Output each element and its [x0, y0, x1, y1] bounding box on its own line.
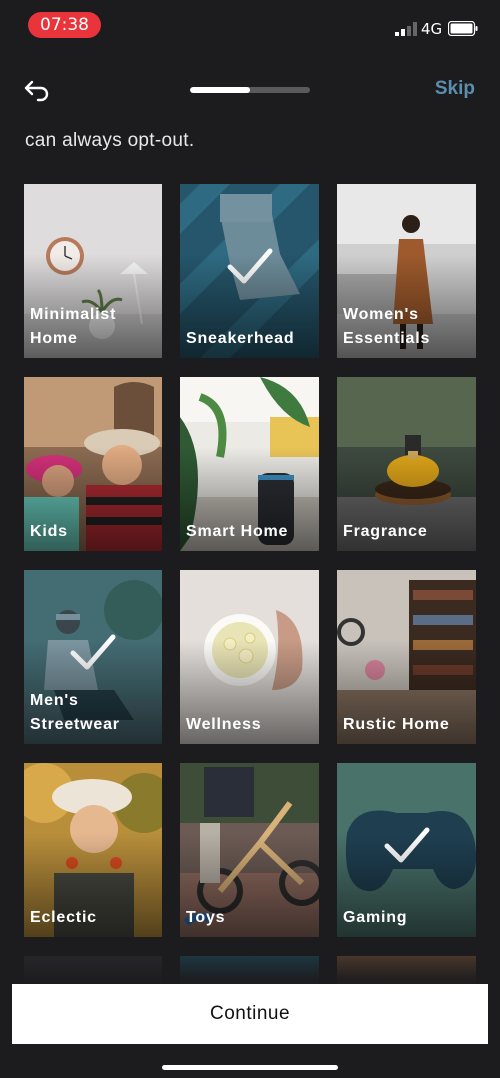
- status-time: 07:38: [28, 12, 101, 38]
- category-tile-mens-streetwear[interactable]: Men's Streetwear: [24, 570, 162, 744]
- category-label: Gaming: [343, 909, 408, 926]
- category-tile-womens-essentials[interactable]: Women's Essentials: [337, 184, 476, 358]
- category-label: Rustic Home: [343, 716, 450, 733]
- category-label: Smart Home: [186, 523, 289, 540]
- signal-icon: [395, 22, 417, 36]
- category-tile-toys[interactable]: Toys: [180, 763, 319, 937]
- back-arrow-icon[interactable]: [22, 76, 52, 104]
- category-label: Men's Streetwear: [30, 692, 120, 733]
- category-label: Kids: [30, 523, 68, 540]
- category-tile-eclectic[interactable]: Eclectic: [24, 763, 162, 937]
- battery-icon: [448, 21, 478, 36]
- category-label: Minimalist Home: [30, 306, 117, 347]
- category-tile-sneakerhead[interactable]: Sneakerhead: [180, 184, 319, 358]
- category-label: Toys: [186, 909, 226, 926]
- category-tile-fragrance[interactable]: Fragrance: [337, 377, 476, 551]
- intro-text: can always opt-out.: [25, 130, 195, 151]
- category-label: Fragrance: [343, 523, 428, 540]
- continue-button[interactable]: Continue: [12, 984, 488, 1044]
- category-label: Sneakerhead: [186, 330, 295, 347]
- category-label: Eclectic: [30, 909, 97, 926]
- nav-bar: Skip: [0, 66, 500, 114]
- onboarding-progress: [190, 87, 310, 93]
- status-bar: 07:38 4G: [0, 0, 500, 52]
- category-label: Women's Essentials: [343, 306, 431, 347]
- category-label: Wellness: [186, 716, 262, 733]
- home-indicator: [162, 1065, 338, 1070]
- category-tile-kids[interactable]: Kids: [24, 377, 162, 551]
- skip-button[interactable]: Skip: [435, 78, 475, 100]
- category-tile-wellness[interactable]: Wellness: [180, 570, 319, 744]
- category-tile-rustic-home[interactable]: Rustic Home: [337, 570, 476, 744]
- category-grid: Minimalist Home Sneakerhead Women's Esse…: [24, 184, 476, 1016]
- progress-fill: [190, 87, 250, 93]
- category-tile-gaming[interactable]: Gaming: [337, 763, 476, 937]
- category-tile-smart-home[interactable]: Smart Home: [180, 377, 319, 551]
- network-type: 4G: [421, 20, 443, 38]
- category-tile-minimalist-home[interactable]: Minimalist Home: [24, 184, 162, 358]
